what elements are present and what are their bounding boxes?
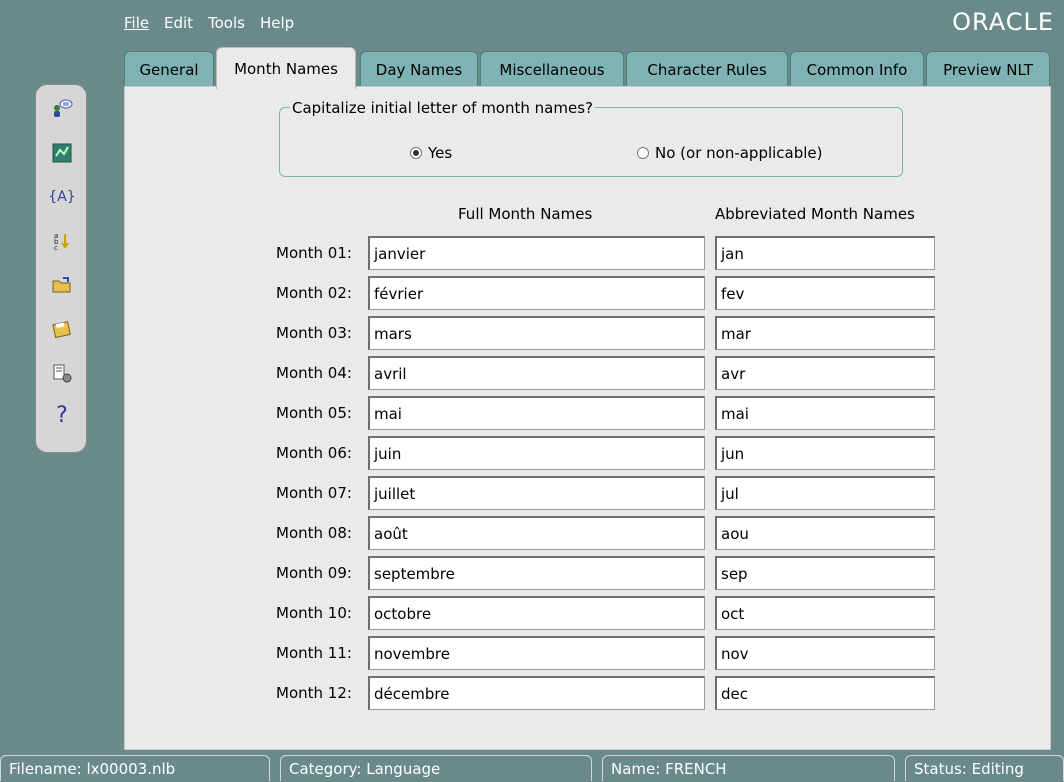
sort-abc-icon[interactable]: abc xyxy=(50,229,74,253)
full-month-input[interactable]: juillet xyxy=(368,476,705,510)
abbr-month-input[interactable]: sep xyxy=(715,556,935,590)
month-label: Month 05: xyxy=(276,404,352,422)
menu-help[interactable]: Help xyxy=(260,14,294,32)
abbr-month-input[interactable]: nov xyxy=(715,636,935,670)
full-month-input[interactable]: mars xyxy=(368,316,705,350)
month-label: Month 01: xyxy=(276,244,352,262)
full-month-input[interactable]: août xyxy=(368,516,705,550)
braces-a-icon[interactable]: {A} xyxy=(48,185,75,209)
map-icon[interactable] xyxy=(50,141,74,165)
tab-miscellaneous[interactable]: Miscellaneous xyxy=(480,51,624,87)
menu-bar: File Edit Tools Help ORACLE xyxy=(0,0,1064,44)
abbr-month-input[interactable]: fev xyxy=(715,276,935,310)
full-month-input[interactable]: janvier xyxy=(368,236,705,270)
abbr-month-input[interactable]: avr xyxy=(715,356,935,390)
radio-yes-indicator[interactable] xyxy=(410,147,422,159)
tab-day-names[interactable]: Day Names xyxy=(360,51,478,87)
month-label: Month 08: xyxy=(276,524,352,542)
status-category: Category: Language xyxy=(280,755,592,781)
open-folder-icon[interactable] xyxy=(50,273,74,297)
month-label: Month 02: xyxy=(276,284,352,302)
month-label: Month 04: xyxy=(276,364,352,382)
status-state: Status: Editing xyxy=(905,755,1064,781)
radio-no[interactable]: No (or non-applicable) xyxy=(637,144,823,162)
full-month-input[interactable]: octobre xyxy=(368,596,705,630)
help-question-icon[interactable]: ? xyxy=(50,403,74,428)
abbr-names-header: Abbreviated Month Names xyxy=(715,205,915,223)
left-toolbar: {A} abc ? xyxy=(35,84,87,453)
capitalize-groupbox xyxy=(279,107,903,177)
radio-no-label: No (or non-applicable) xyxy=(655,144,823,162)
radio-no-indicator[interactable] xyxy=(637,147,649,159)
month-label: Month 09: xyxy=(276,564,352,582)
radio-yes[interactable]: Yes xyxy=(410,144,452,162)
menu-tools[interactable]: Tools xyxy=(208,14,245,32)
full-month-input[interactable]: septembre xyxy=(368,556,705,590)
svg-text:c: c xyxy=(54,244,58,252)
abbr-month-input[interactable]: dec xyxy=(715,676,935,710)
status-bar: Filename: lx00003.nlb Category: Language… xyxy=(0,755,1064,781)
settings-list-icon[interactable] xyxy=(50,361,74,385)
abbr-month-input[interactable]: mai xyxy=(715,396,935,430)
users-chat-icon[interactable] xyxy=(50,97,74,121)
full-month-input[interactable]: mai xyxy=(368,396,705,430)
abbr-month-input[interactable]: aou xyxy=(715,516,935,550)
month-label: Month 11: xyxy=(276,644,352,662)
month-label: Month 06: xyxy=(276,444,352,462)
abbr-month-input[interactable]: jul xyxy=(715,476,935,510)
radio-yes-label: Yes xyxy=(428,144,453,162)
month-label: Month 12: xyxy=(276,684,352,702)
abbr-month-input[interactable]: oct xyxy=(715,596,935,630)
abbr-month-input[interactable]: jan xyxy=(715,236,935,270)
month-label: Month 10: xyxy=(276,604,352,622)
full-month-input[interactable]: décembre xyxy=(368,676,705,710)
month-label: Month 03: xyxy=(276,324,352,342)
full-month-input[interactable]: avril xyxy=(368,356,705,390)
full-month-input[interactable]: novembre xyxy=(368,636,705,670)
menu-file[interactable]: File xyxy=(124,14,149,32)
full-month-input[interactable]: juin xyxy=(368,436,705,470)
oracle-logo: ORACLE xyxy=(952,8,1054,36)
abbr-month-input[interactable]: mar xyxy=(715,316,935,350)
save-disk-icon[interactable] xyxy=(50,317,74,341)
status-filename: Filename: lx00003.nlb xyxy=(0,755,270,781)
tab-common-info[interactable]: Common Info xyxy=(790,51,924,87)
tab-preview-nlt[interactable]: Preview NLT xyxy=(926,51,1050,87)
abbr-month-input[interactable]: jun xyxy=(715,436,935,470)
tab-month-names[interactable]: Month Names xyxy=(216,47,356,89)
month-label: Month 07: xyxy=(276,484,352,502)
tab-general[interactable]: General xyxy=(124,51,214,87)
tab-character-rules[interactable]: Character Rules xyxy=(626,51,788,87)
status-name: Name: FRENCH xyxy=(602,755,895,781)
full-month-input[interactable]: février xyxy=(368,276,705,310)
menu-edit[interactable]: Edit xyxy=(164,14,193,32)
capitalize-title: Capitalize initial letter of month names… xyxy=(290,99,595,117)
full-names-header: Full Month Names xyxy=(458,205,593,223)
